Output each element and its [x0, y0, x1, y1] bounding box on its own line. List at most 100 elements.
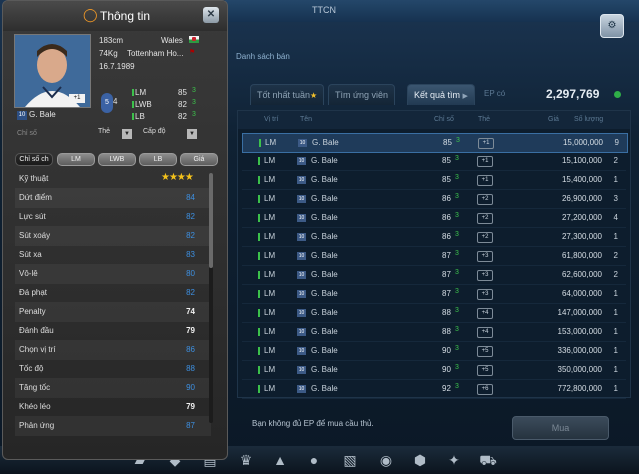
row-card-level: +2	[477, 194, 493, 205]
row-player-name: G. Bale	[311, 194, 338, 203]
row-player-name: G. Bale	[311, 289, 338, 298]
level-select[interactable]: Cấp độ ▼	[143, 128, 197, 140]
subtab-lb[interactable]: LB	[139, 153, 177, 166]
nav-sell-list[interactable]: Danh sách bán	[236, 52, 290, 61]
row-ovr: 85	[442, 156, 451, 165]
table-row[interactable]: LM 10 G. Bale 88 3 +4 153,000,000 1	[242, 323, 626, 342]
table-row[interactable]: LM 10 G. Bale 87 3 +3 62,600,000 2	[242, 266, 626, 285]
table-row[interactable]: LM 10 G. Bale 87 3 +3 64,000,000 1	[242, 285, 626, 304]
stat-subtabs: Chỉ số ch LM LWB LB Giá	[15, 153, 218, 166]
shirt-number-badge: 10	[297, 290, 306, 298]
player-nation: Wales	[161, 36, 183, 45]
row-ovr: 88	[442, 327, 451, 336]
market-titlebar	[225, 0, 639, 22]
table-row[interactable]: LM 10 G. Bale 86 3 +2 27,200,000 4	[242, 209, 626, 228]
player-photo: +1	[14, 34, 91, 108]
row-ovr: 87	[442, 289, 451, 298]
stat-name: Sút xa	[19, 250, 42, 259]
table-row[interactable]: LM 10 G. Bale 90 3 +5 350,000,000 1	[242, 361, 626, 380]
row-player-name: G. Bale	[311, 384, 338, 393]
pitch-icon[interactable]: ▲	[270, 450, 290, 470]
window-title: TTCN	[312, 5, 336, 15]
ep-coin-icon	[614, 91, 621, 98]
weak-foot-value: 4	[113, 97, 118, 106]
row-player-name: G. Bale	[311, 175, 338, 184]
row-ovr: 86	[442, 194, 451, 203]
stat-row: Dứt điểm 84	[15, 188, 211, 208]
player-info-popup: ◯ Thông tin ✕ +1 10 G. Bale 183cm Wales …	[2, 0, 228, 460]
chevron-down-icon: ▼	[122, 129, 132, 139]
close-button[interactable]: ✕	[203, 7, 219, 23]
upgrade-icon: 3	[455, 364, 459, 371]
tab-best-week[interactable]: Tốt nhất tuần★	[250, 84, 325, 105]
subtab-price[interactable]: Giá	[180, 153, 218, 166]
table-row[interactable]: LM 10 G. Bale 85 3 +1 15,400,000 1	[242, 171, 626, 190]
upgrade-icon: 3	[455, 326, 459, 333]
row-player-name: G. Bale	[311, 346, 338, 355]
star-rating: ★★★★	[161, 172, 194, 183]
close-icon: ✕	[206, 9, 216, 20]
row-position: LM	[264, 346, 276, 355]
row-price: 15,100,000	[561, 156, 602, 165]
row-card-level: +5	[477, 346, 493, 357]
live-icon[interactable]: ●	[304, 450, 324, 470]
row-quantity: 1	[613, 327, 618, 336]
col-card[interactable]: Thẻ	[478, 116, 490, 123]
tab-find-candidate[interactable]: Tìm ứng viên	[328, 84, 396, 105]
table-row[interactable]: LM 10 G. Bale 92 3 +6 772,800,000 1	[242, 380, 626, 399]
table-row[interactable]: LM 10 G. Bale 86 3 +2 27,300,000 1	[242, 228, 626, 247]
row-player-name: G. Bale	[311, 308, 338, 317]
coin-icon[interactable]: ◉	[376, 450, 396, 470]
col-ovr[interactable]: Chỉ số	[434, 116, 454, 123]
row-quantity: 1	[613, 175, 618, 184]
club-icon[interactable]: ⬢	[410, 450, 430, 470]
buy-button[interactable]: Mua	[512, 416, 609, 440]
col-price[interactable]: Giá	[548, 116, 559, 123]
col-quantity[interactable]: Số lượng	[574, 116, 603, 123]
stat-name: Lực sút	[19, 212, 46, 221]
cart-icon[interactable]: ⛟	[478, 450, 498, 470]
row-ovr: 88	[442, 308, 451, 317]
shirt-number-badge: 10	[297, 366, 306, 374]
subtab-attributes[interactable]: Chỉ số ch	[15, 153, 53, 166]
shop-icon[interactable]: ✦	[444, 450, 464, 470]
stat-value: 84	[186, 193, 195, 202]
row-quantity: 1	[613, 346, 618, 355]
stat-name: Kỹ thuật	[19, 174, 49, 183]
table-row[interactable]: LM 10 G. Bale 90 3 +5 336,000,000 1	[242, 342, 626, 361]
row-card-level: +1	[477, 175, 493, 186]
row-position: LM	[264, 213, 276, 222]
table-row[interactable]: LM 10 G. Bale 85 3 +1 15,100,000 2	[242, 152, 626, 171]
trophy-icon[interactable]: ♛	[236, 450, 256, 470]
subtab-lwb[interactable]: LWB	[98, 153, 136, 166]
position-bar	[258, 157, 260, 165]
row-position: LM	[264, 270, 276, 279]
row-price: 147,000,000	[557, 308, 603, 317]
row-price: 15,000,000	[562, 138, 603, 147]
tab-search-results[interactable]: Kết quả tìm ▶	[407, 84, 475, 105]
row-position: LM	[264, 365, 276, 374]
table-row[interactable]: LM 10 G. Bale 88 3 +4 147,000,000 1	[242, 304, 626, 323]
position-lwb: LWB	[135, 100, 152, 109]
settings-icon[interactable]: ⚙	[600, 14, 624, 38]
shirt-number-badge: 10	[298, 139, 307, 147]
ticket-icon[interactable]: ▧	[340, 450, 360, 470]
stat-value: 82	[186, 212, 195, 221]
row-position: LM	[264, 384, 276, 393]
stat-name: Tăng tốc	[19, 383, 51, 392]
scrollbar-thumb[interactable]	[209, 173, 213, 268]
table-row[interactable]: LM 10 G. Bale 86 3 +2 26,900,000 3	[242, 190, 626, 209]
row-position: LM	[264, 289, 276, 298]
upgrade-icon: 3	[455, 307, 459, 314]
table-row[interactable]: LM 10 G. Bale 87 3 +3 61,800,000 2	[242, 247, 626, 266]
col-position[interactable]: Vị trí	[264, 116, 278, 123]
card-select[interactable]: Thẻ ▼	[98, 128, 134, 140]
table-row[interactable]: LM 10 G. Bale 85 3 +1 15,000,000 9	[242, 133, 628, 153]
position-lwb-ovr: 82	[178, 100, 187, 109]
row-card-level: +1	[478, 138, 494, 149]
row-quantity: 2	[613, 251, 618, 260]
stat-row: Sút xoáy 82	[15, 226, 211, 246]
shirt-number-badge: 10	[297, 347, 306, 355]
col-name[interactable]: Tên	[300, 116, 312, 123]
subtab-lm[interactable]: LM	[57, 153, 95, 166]
